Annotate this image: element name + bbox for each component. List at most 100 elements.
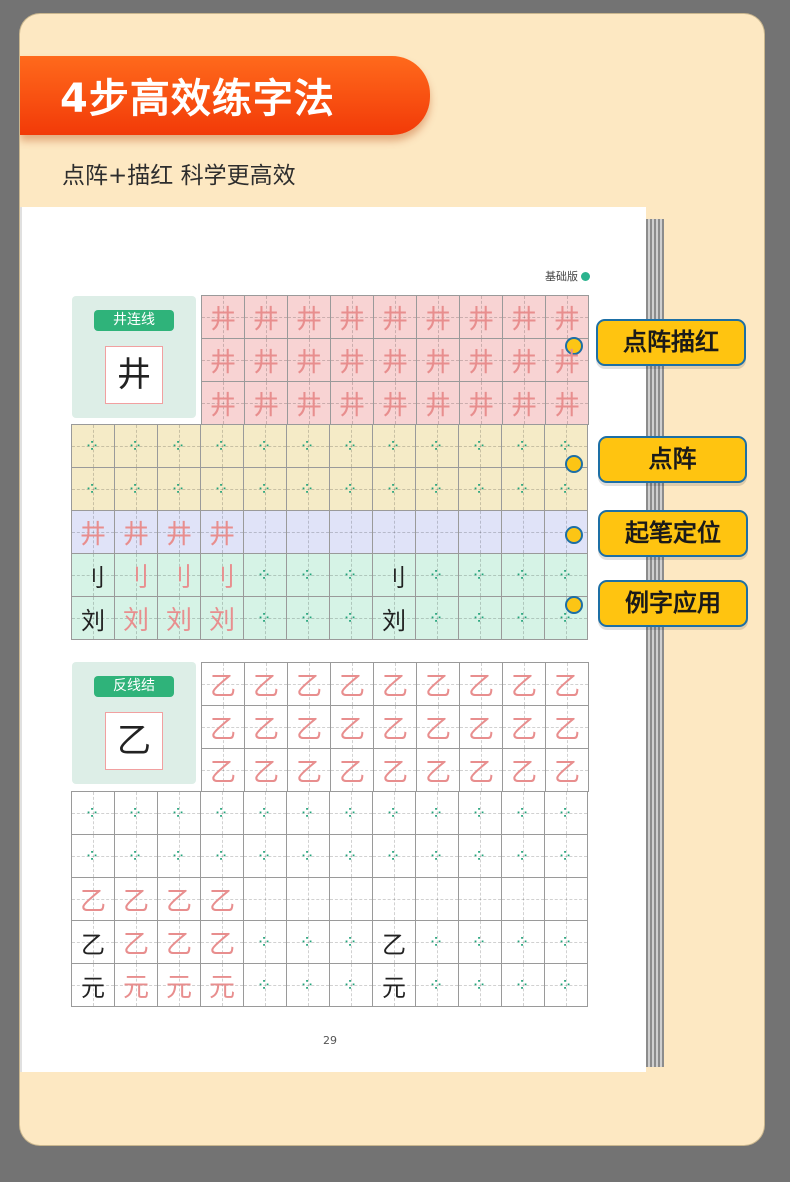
practice-cell[interactable]: 井 [201,511,244,554]
practice-cell[interactable] [330,511,373,554]
practice-cell[interactable]: 井 [202,382,245,425]
practice-cell[interactable]: ⁘ [72,792,115,835]
practice-cell[interactable]: 元 [115,964,158,1007]
practice-cell[interactable]: ⁘ [244,425,287,468]
practice-cell[interactable]: ⁘ [459,835,502,878]
practice-cell[interactable]: ⁘ [330,964,373,1007]
practice-cell[interactable]: ⁘ [502,792,545,835]
practice-cell[interactable]: ⁘ [244,792,287,835]
practice-cell[interactable]: 井 [288,339,331,382]
practice-cell[interactable] [287,878,330,921]
practice-cell[interactable]: 乙 [288,706,331,749]
practice-cell[interactable]: 元 [201,964,244,1007]
practice-cell[interactable]: 井 [202,339,245,382]
practice-cell[interactable] [330,878,373,921]
practice-cell[interactable]: 乙 [374,663,417,706]
practice-cell[interactable]: ⁘ [330,835,373,878]
practice-cell[interactable] [373,878,416,921]
practice-cell[interactable]: 井 [374,382,417,425]
practice-cell[interactable]: ⁘ [502,554,545,597]
practice-cell[interactable]: ⁘ [115,792,158,835]
practice-cell[interactable]: ⁘ [545,554,588,597]
practice-cell[interactable]: ⁘ [545,835,588,878]
practice-cell[interactable]: 刘 [158,597,201,640]
practice-cell[interactable]: ⁘ [373,835,416,878]
practice-cell[interactable]: ⁘ [416,921,459,964]
practice-cell[interactable]: 井 [331,296,374,339]
practice-cell[interactable]: ⁘ [201,468,244,511]
practice-cell[interactable]: ⁘ [502,425,545,468]
practice-cell[interactable]: ⁘ [72,468,115,511]
practice-cell[interactable]: 井 [503,382,546,425]
practice-cell[interactable]: 井 [546,296,589,339]
practice-cell[interactable]: 乙 [503,706,546,749]
practice-cell[interactable]: 乙 [202,706,245,749]
practice-cell[interactable]: ⁘ [287,792,330,835]
practice-cell[interactable]: 乙 [158,921,201,964]
practice-cell[interactable]: ⁘ [459,425,502,468]
practice-cell[interactable] [502,511,545,554]
practice-cell[interactable]: 井 [374,339,417,382]
practice-cell[interactable]: 井 [460,382,503,425]
practice-cell[interactable]: 乙 [245,749,288,792]
practice-cell[interactable] [545,878,588,921]
practice-cell[interactable] [416,878,459,921]
practice-cell[interactable]: ⁘ [330,425,373,468]
practice-cell[interactable]: ⁘ [201,425,244,468]
practice-cell[interactable]: 井 [417,296,460,339]
practice-cell[interactable]: 乙 [374,706,417,749]
practice-cell[interactable]: 刂 [201,554,244,597]
practice-cell[interactable]: 乙 [331,663,374,706]
practice-cell[interactable]: 乙 [417,749,460,792]
practice-cell[interactable]: ⁘ [459,964,502,1007]
practice-cell[interactable]: ⁘ [201,792,244,835]
practice-cell[interactable]: ⁘ [244,921,287,964]
practice-cell[interactable]: ⁘ [416,835,459,878]
practice-cell[interactable]: 乙 [546,749,589,792]
practice-cell[interactable]: 刘 [201,597,244,640]
practice-cell[interactable]: 乙 [201,921,244,964]
practice-cell[interactable]: ⁘ [287,835,330,878]
practice-cell[interactable]: 井 [288,382,331,425]
practice-cell[interactable]: 乙 [331,706,374,749]
practice-cell[interactable]: 乙 [115,878,158,921]
practice-cell[interactable]: ⁘ [287,554,330,597]
practice-cell[interactable]: 乙 [288,749,331,792]
practice-cell[interactable]: ⁘ [115,425,158,468]
practice-cell[interactable]: ⁘ [502,835,545,878]
practice-cell[interactable]: ⁘ [330,554,373,597]
practice-cell[interactable]: ⁘ [158,425,201,468]
practice-cell[interactable]: ⁘ [330,792,373,835]
practice-cell[interactable]: ⁘ [373,468,416,511]
practice-cell[interactable]: 井 [417,339,460,382]
practice-cell[interactable]: ⁘ [158,468,201,511]
practice-cell[interactable]: 刘 [115,597,158,640]
practice-cell[interactable]: ⁘ [459,792,502,835]
practice-cell[interactable]: 乙 [72,921,115,964]
practice-cell[interactable]: ⁘ [502,964,545,1007]
practice-cell[interactable]: 井 [460,296,503,339]
practice-cell[interactable]: ⁘ [416,468,459,511]
practice-cell[interactable]: 刂 [72,554,115,597]
practice-cell[interactable] [373,511,416,554]
practice-cell[interactable]: 乙 [503,663,546,706]
practice-cell[interactable]: 乙 [201,878,244,921]
practice-cell[interactable]: ⁘ [459,554,502,597]
practice-cell[interactable]: ⁘ [287,964,330,1007]
practice-cell[interactable]: 刂 [158,554,201,597]
practice-cell[interactable]: 乙 [245,663,288,706]
practice-cell[interactable]: ⁘ [502,468,545,511]
practice-cell[interactable]: ⁘ [244,835,287,878]
practice-cell[interactable]: ⁘ [244,468,287,511]
practice-cell[interactable]: ⁘ [287,597,330,640]
practice-cell[interactable]: ⁘ [244,597,287,640]
practice-cell[interactable]: 井 [503,296,546,339]
practice-cell[interactable] [287,511,330,554]
practice-cell[interactable]: 刘 [72,597,115,640]
practice-cell[interactable]: 乙 [72,878,115,921]
practice-cell[interactable]: 乙 [460,749,503,792]
practice-cell[interactable]: 乙 [374,749,417,792]
practice-cell[interactable]: ⁘ [158,835,201,878]
practice-cell[interactable]: 井 [503,339,546,382]
practice-cell[interactable]: 乙 [373,921,416,964]
